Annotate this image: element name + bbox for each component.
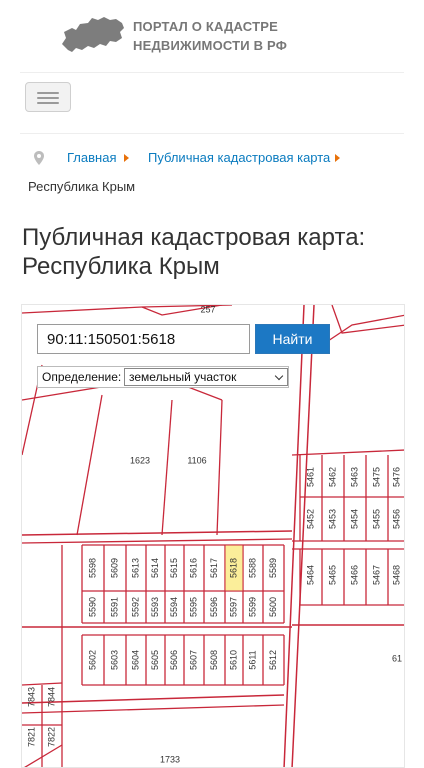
breadcrumb-home-link[interactable]: Главная (67, 150, 116, 165)
parcel-number[interactable]: 5476 (391, 467, 401, 487)
logo-line-1: ПОРТАЛ О КАДАСТРЕ (133, 19, 278, 34)
parcel-number[interactable]: 5617 (209, 558, 219, 578)
parcel-number[interactable]: 5595 (188, 597, 198, 617)
parcel-number[interactable]: 5590 (87, 597, 97, 617)
parcel-number[interactable]: 5608 (209, 650, 219, 670)
parcel-number[interactable]: 5465 (327, 565, 337, 585)
parcel-number[interactable]: 5461 (305, 467, 315, 487)
definition-select[interactable]: земельный участок (124, 368, 288, 386)
parcel-number[interactable]: 5605 (150, 650, 160, 670)
parcel-number[interactable]: 5455 (371, 509, 381, 529)
parcel-number-1733[interactable]: 1733 (160, 754, 180, 764)
russia-map-icon[interactable] (60, 14, 126, 56)
site-logo-text[interactable]: ПОРТАЛ О КАДАСТРЕ НЕДВИЖИМОСТИ В РФ (133, 17, 287, 55)
parcel-number[interactable]: 7843 (26, 687, 36, 707)
parcel-number[interactable]: 5613 (130, 558, 140, 578)
parcel-number[interactable]: 5593 (150, 597, 160, 617)
header-divider (20, 72, 404, 73)
parcel-number[interactable]: 5467 (371, 565, 381, 585)
parcel-number[interactable]: 5591 (109, 597, 119, 617)
breadcrumb-cadastral-map-link[interactable]: Публичная кадастровая карта (148, 150, 330, 165)
logo-line-2: НЕДВИЖИМОСТИ В РФ (133, 38, 288, 53)
parcel-number[interactable]: 5588 (247, 558, 257, 578)
cadastral-number-input[interactable] (37, 324, 250, 354)
parcel-number[interactable]: 5616 (188, 558, 198, 578)
parcel-number[interactable]: 5462 (327, 467, 337, 487)
breadcrumb-current: Республика Крым (28, 179, 136, 194)
parcel-number[interactable]: 5612 (268, 650, 278, 670)
parcel-number-top[interactable]: 257 (200, 305, 215, 314)
parcel-number[interactable]: 5452 (305, 509, 315, 529)
parcel-number[interactable]: 5614 (150, 558, 160, 578)
menu-toggle-button[interactable] (25, 82, 71, 112)
parcel-number[interactable]: 5606 (169, 650, 179, 670)
location-pin-icon (34, 151, 44, 165)
page-title: Публичная кадастровая карта: Республика … (22, 223, 412, 281)
parcel-number[interactable]: 7844 (46, 687, 56, 707)
parcel-number[interactable]: 5596 (209, 597, 219, 617)
parcel-number[interactable]: 5589 (268, 558, 278, 578)
definition-label: Определение: (42, 370, 122, 384)
parcel-number[interactable]: 5456 (391, 509, 401, 529)
page-title-line-1: Публичная кадастровая карта: (22, 224, 366, 251)
parcel-number[interactable]: 5604 (130, 650, 140, 670)
parcel-number[interactable]: 5607 (188, 650, 198, 670)
parcel-number[interactable]: 5603 (109, 650, 119, 670)
site-header: ПОРТАЛ О КАДАСТРЕ НЕДВИЖИМОСТИ В РФ (0, 0, 424, 72)
menu-divider (20, 133, 404, 134)
parcel-number[interactable]: 5600 (268, 597, 278, 617)
find-button[interactable]: Найти (255, 324, 330, 354)
parcel-number[interactable]: 5463 (349, 467, 359, 487)
parcel-number-1106[interactable]: 1106 (187, 455, 206, 465)
breadcrumb-separator-icon (335, 154, 340, 162)
parcel-number[interactable]: 5609 (109, 558, 119, 578)
parcel-number[interactable]: 5454 (349, 509, 359, 529)
parcel-number[interactable]: 5599 (247, 597, 257, 617)
parcel-number[interactable]: 5602 (87, 650, 97, 670)
parcel-number[interactable]: 5592 (130, 597, 140, 617)
definition-selected-value: земельный участок (129, 370, 237, 384)
cadastral-map[interactable]: 257 1623 1106 1733 61 5598 5609 5613 5614 5615 561… (21, 304, 405, 768)
parcel-number[interactable]: 5610 (228, 650, 238, 670)
parcel-number[interactable]: 5597 (228, 597, 238, 617)
parcel-number[interactable]: 5453 (327, 509, 337, 529)
parcel-number[interactable]: 7822 (46, 727, 56, 747)
breadcrumb-separator-icon (124, 154, 129, 162)
parcel-number[interactable]: 5618 (228, 558, 238, 578)
chevron-down-icon (274, 371, 284, 381)
definition-control: Определение: земельный участок (37, 366, 289, 388)
parcel-number-1623[interactable]: 1623 (130, 455, 150, 465)
parcel-number[interactable]: 5598 (87, 558, 97, 578)
parcel-number[interactable]: 5466 (349, 565, 359, 585)
page-title-line-2: Республика Крым (22, 253, 220, 280)
parcel-number[interactable]: 5594 (169, 597, 179, 617)
parcel-number[interactable]: 5464 (305, 565, 315, 585)
parcel-number[interactable]: 5475 (371, 467, 381, 487)
parcel-number[interactable]: 5468 (391, 565, 401, 585)
parcel-number[interactable]: 5611 (247, 650, 257, 669)
parcel-number-61[interactable]: 61 (392, 653, 402, 663)
parcel-number[interactable]: 5615 (169, 558, 179, 578)
parcel-number[interactable]: 7821 (26, 727, 36, 747)
